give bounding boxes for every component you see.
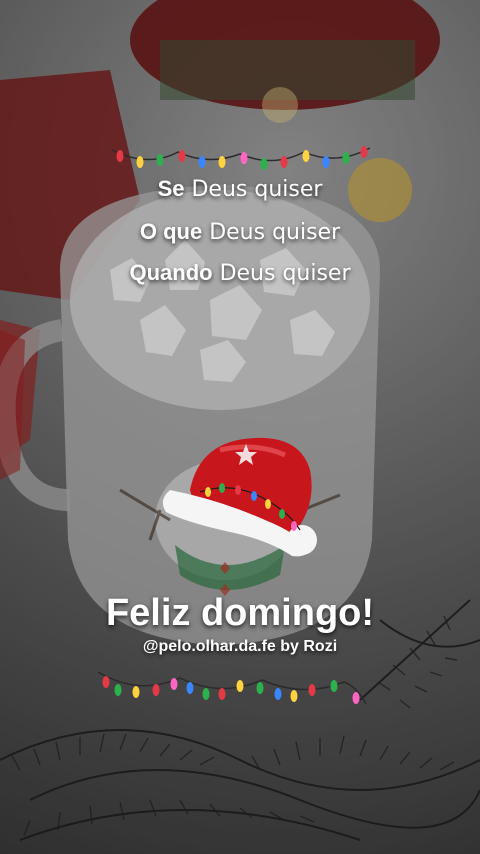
caption-line-2: O que Deus quiser [0,219,480,245]
caption-3-light: Deus quiser [219,261,351,286]
christmas-lights-icon [97,671,367,705]
caption-line-1: Se Deus quiser [0,176,480,202]
christmas-lights-icon [111,146,371,170]
caption-line-3: Quando Deus quiser [0,260,480,286]
caption-3-bold: Quando [129,260,213,285]
caption-2-bold: O que [139,219,203,244]
caption-2-light: Deus quiser [209,220,341,245]
author-handle: @pelo.olhar.da.fe by Rozi [142,638,338,655]
stage: Se Deus quiser O que Deus quiser Quando … [0,0,480,854]
greeting-title: Feliz domingo! [105,592,375,634]
caption-1-bold: Se [157,176,185,201]
dim-overlay [0,0,480,854]
caption-1-light: Deus quiser [191,177,323,202]
santa-hat-icon [162,437,317,557]
